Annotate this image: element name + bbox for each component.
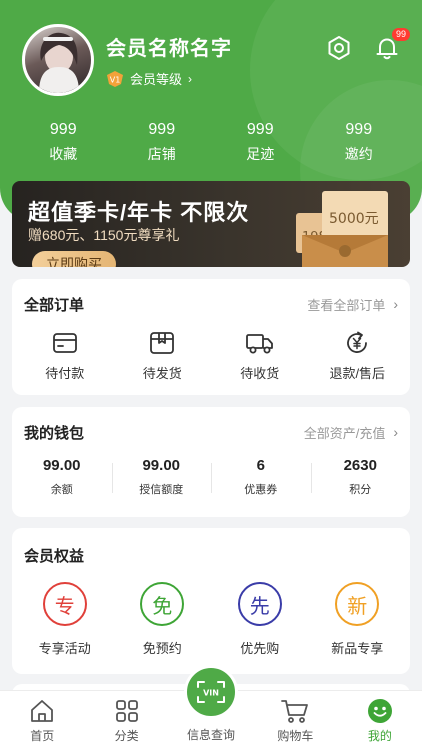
right-label: 优先购 — [240, 641, 280, 656]
order-label: 退款/售后 — [329, 366, 386, 381]
avatar-photo-icon — [39, 32, 79, 93]
priority-icon: 先 — [237, 582, 282, 626]
orders-card: 全部订单 查看全部订单 › 待付款 待发货 待收货 退款/售后 — [12, 279, 410, 395]
wallet-label: 授信额度 — [139, 484, 184, 496]
member-level-label: 会员等级 — [130, 72, 183, 87]
wallet-label: 积分 — [349, 484, 372, 496]
promo-banner[interactable]: 超值季卡/年卡 不限次 赠680元、1150元尊享礼 立即购买 198 5000… — [12, 181, 410, 267]
right-no-appointment[interactable]: 免 免预约 — [117, 582, 207, 657]
member-level-link[interactable]: V1 会员等级 › — [106, 69, 232, 88]
all-assets-link[interactable]: 全部资产/充值 › — [304, 423, 398, 442]
wallet-points[interactable]: 2630 积分 — [310, 457, 411, 497]
stat-shops[interactable]: 999 店铺 — [122, 121, 202, 164]
voucher-envelope-icon: 198 5000元 — [296, 191, 388, 267]
notification-count-badge: 99 — [391, 28, 410, 41]
wallet-coupons[interactable]: 6 优惠券 — [211, 457, 311, 497]
tab-label: 信息查询 — [187, 728, 236, 742]
stat-value: 999 — [148, 121, 176, 138]
vin-scan-icon: VIN — [197, 681, 226, 703]
chevron-right-icon: › — [393, 424, 398, 440]
stat-label: 足迹 — [246, 146, 275, 162]
tab-mine[interactable]: 我的 — [338, 691, 422, 750]
voucher-front-text: 5000元 — [329, 211, 379, 227]
right-label: 免预约 — [142, 641, 182, 656]
wallet-value: 99.00 — [42, 457, 81, 474]
wallet-value: 2630 — [343, 457, 377, 474]
vin-scan-button[interactable]: VIN — [184, 665, 239, 719]
wallet-value: 6 — [256, 457, 265, 474]
stat-label: 收藏 — [49, 146, 78, 162]
stat-invitations[interactable]: 999 邀约 — [319, 121, 399, 164]
tab-label: 分类 — [114, 729, 139, 743]
refund-icon — [347, 331, 368, 353]
tab-cart[interactable]: 购物车 — [253, 691, 337, 750]
tab-label: 首页 — [30, 729, 55, 743]
tab-category[interactable]: 分类 — [84, 691, 168, 750]
chevron-right-icon: › — [188, 71, 193, 86]
truck-icon — [245, 334, 273, 354]
bottom-tab-bar: 首页 分类 VIN 信息查询 购物车 我的 — [0, 665, 422, 750]
tab-info-query[interactable]: VIN 信息查询 — [169, 665, 253, 750]
banner-subtitle: 赠680元、1150元尊享礼 — [28, 227, 180, 243]
level-badge-icon: V1 — [107, 70, 123, 87]
right-exclusive-activity[interactable]: 专 专享活动 — [20, 582, 110, 657]
package-icon — [150, 332, 175, 354]
vin-text: VIN — [203, 689, 219, 698]
cart-icon — [281, 700, 309, 723]
settings-hexagon-icon — [328, 36, 350, 60]
orders-title: 全部订单 — [24, 296, 85, 314]
wallet-title: 我的钱包 — [24, 424, 85, 442]
right-label: 专享活动 — [38, 641, 91, 656]
order-pending-receipt[interactable]: 待收货 — [215, 329, 305, 382]
stat-footprints[interactable]: 999 足迹 — [220, 121, 300, 164]
right-new-product[interactable]: 新 新品专享 — [312, 582, 402, 657]
stat-value: 999 — [49, 121, 77, 138]
free-icon: 免 — [140, 582, 185, 626]
wallet-credit-limit[interactable]: 99.00 授信额度 — [111, 457, 212, 497]
member-rights-card: 会员权益 专 专享活动 免 免预约 先 优先购 新 新品专享 — [12, 528, 410, 674]
profile-section[interactable]: 会员名称名字 V1 会员等级 › — [22, 24, 232, 96]
tab-label: 我的 — [367, 729, 392, 743]
smile-icon — [367, 699, 392, 723]
avatar[interactable] — [22, 24, 94, 96]
stats-row: 999 收藏 999 店铺 999 足迹 999 邀约 — [0, 121, 422, 164]
chevron-right-icon: › — [393, 296, 398, 312]
order-pending-payment[interactable]: 待付款 — [20, 329, 110, 382]
all-assets-label: 全部资产/充值 — [303, 425, 386, 441]
wallet-icon — [52, 333, 77, 353]
view-all-orders-link[interactable]: 查看全部订单 › — [307, 295, 398, 314]
order-label: 待收货 — [240, 366, 280, 381]
right-priority-purchase[interactable]: 先 优先购 — [215, 582, 305, 657]
exclusive-icon: 专 — [42, 582, 87, 626]
buy-now-button[interactable]: 立即购买 — [32, 251, 116, 267]
settings-button[interactable] — [324, 33, 354, 63]
member-rights-title: 会员权益 — [24, 547, 85, 565]
right-label: 新品专享 — [331, 641, 384, 656]
wallet-balance[interactable]: 99.00 余额 — [12, 457, 112, 497]
notification-button[interactable]: 99 — [372, 28, 410, 63]
stat-value: 999 — [345, 121, 373, 138]
stat-label: 店铺 — [147, 146, 176, 162]
order-pending-shipment[interactable]: 待发货 — [117, 329, 207, 382]
tab-home[interactable]: 首页 — [0, 691, 84, 750]
wallet-label: 优惠券 — [244, 484, 278, 496]
order-label: 待付款 — [45, 366, 85, 381]
new-icon: 新 — [335, 582, 380, 626]
stat-value: 999 — [246, 121, 274, 138]
stat-label: 邀约 — [344, 146, 373, 162]
banner-title: 超值季卡/年卡 不限次 — [28, 200, 250, 225]
wallet-card: 我的钱包 全部资产/充值 › 99.00 余额 99.00 授信额度 6 优惠券… — [12, 407, 410, 517]
order-refund-aftersale[interactable]: 退款/售后 — [312, 329, 402, 382]
member-name: 会员名称名字 — [106, 38, 232, 60]
wallet-value: 99.00 — [142, 457, 181, 474]
home-icon — [31, 700, 54, 722]
tab-label: 购物车 — [277, 729, 314, 743]
order-label: 待发货 — [142, 366, 182, 381]
grid-icon — [115, 700, 138, 722]
view-all-orders-label: 查看全部订单 — [307, 297, 386, 313]
wallet-label: 余额 — [50, 484, 73, 496]
level-badge-text: V1 — [110, 75, 121, 84]
stat-favorites[interactable]: 999 收藏 — [23, 121, 103, 164]
